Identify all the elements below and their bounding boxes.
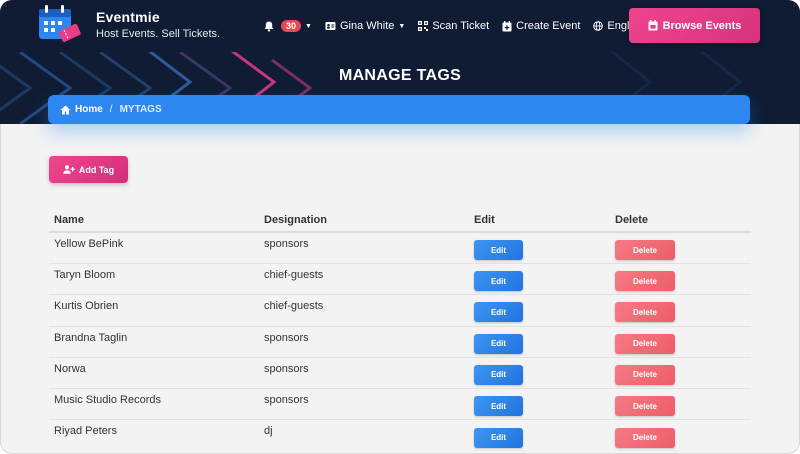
brand[interactable]: Eventmie Host Events. Sell Tickets.: [96, 9, 220, 40]
chevron-down-icon: ▼: [305, 22, 312, 30]
browse-events-label: Browse Events: [662, 19, 742, 32]
delete-button[interactable]: Delete: [615, 333, 675, 354]
breadcrumb-home-label: Home: [75, 104, 103, 115]
home-icon: [60, 105, 71, 114]
qrcode-icon: [418, 21, 429, 31]
tag-name: Riyad Peters: [54, 425, 117, 438]
calendar-tickets-logo-icon[interactable]: [36, 3, 84, 45]
scan-ticket-link[interactable]: Scan Ticket: [418, 20, 489, 32]
edit-button[interactable]: Edit: [474, 427, 523, 448]
delete-button[interactable]: Delete: [615, 427, 675, 448]
table-row: Music Studio Records sponsors Edit Delet…: [49, 389, 751, 421]
page-title: MANAGE TAGS: [338, 67, 462, 84]
tag-designation: chief-guests: [264, 269, 324, 282]
add-tag-label: Add Tag: [78, 164, 115, 175]
edit-button[interactable]: Edit: [474, 302, 523, 323]
table-row: Riyad Peters dj Edit Delete: [49, 420, 751, 451]
user-name: Gina White: [339, 20, 395, 32]
calendar-icon: [648, 20, 658, 31]
table-row: Brandna Taglin sponsors Edit Delete: [49, 327, 751, 358]
column-header-designation: Designation: [264, 214, 327, 226]
id-card-icon: [325, 22, 336, 30]
chevron-down-icon: ▼: [398, 22, 406, 30]
delete-button[interactable]: Delete: [615, 302, 675, 323]
tag-designation: sponsors: [264, 393, 309, 406]
delete-button[interactable]: Delete: [615, 240, 675, 261]
tag-designation: sponsors: [264, 238, 309, 250]
tag-designation: dj: [264, 425, 273, 438]
column-header-name: Name: [54, 214, 84, 226]
browse-events-button[interactable]: Browse Events: [629, 8, 760, 43]
create-event-label: Create Event: [516, 20, 581, 32]
delete-button[interactable]: Delete: [615, 396, 675, 417]
table-row: Yellow BePink sponsors Edit Delete: [49, 233, 751, 265]
breadcrumb-current: MYTAGS: [119, 104, 162, 115]
table-header-row: Name Designation Edit Delete: [49, 209, 751, 233]
globe-icon: [593, 21, 604, 31]
delete-button[interactable]: Delete: [615, 364, 675, 385]
create-event-link[interactable]: Create Event: [502, 20, 580, 32]
bell-icon: [264, 21, 274, 32]
column-header-delete: Delete: [615, 214, 649, 226]
breadcrumb-separator: /: [109, 104, 113, 115]
calendar-plus-icon: [502, 20, 512, 31]
edit-button[interactable]: Edit: [474, 364, 523, 385]
table-row: Kurtis Obrien chief-guests Edit Delete: [49, 295, 751, 327]
notification-count-badge: 30: [281, 20, 302, 32]
add-tag-button[interactable]: Add Tag: [49, 156, 128, 183]
breadcrumb-home-link[interactable]: Home: [60, 104, 103, 115]
tag-designation: sponsors: [264, 331, 309, 344]
tags-table: Name Designation Edit Delete Yellow BePi…: [49, 209, 751, 451]
breadcrumb: Home / MYTAGS: [48, 95, 750, 124]
user-plus-icon: [63, 165, 75, 174]
tag-designation: sponsors: [264, 362, 309, 375]
tag-name: Norwa: [54, 362, 86, 375]
table-row: Norwa sponsors Edit Delete: [49, 358, 751, 389]
top-navbar: Eventmie Host Events. Sell Tickets. 30 ▼: [0, 0, 800, 52]
edit-button[interactable]: Edit: [474, 240, 523, 261]
tag-designation: chief-guests: [264, 300, 324, 313]
column-header-edit: Edit: [474, 214, 495, 226]
notifications-dropdown[interactable]: 30 ▼: [264, 20, 312, 32]
nav-menu: 30 ▼ Gina White ▼ Scan Ticket Create Eve…: [264, 0, 667, 52]
tag-name: Music Studio Records: [54, 393, 161, 406]
tag-name: Taryn Bloom: [54, 269, 116, 282]
edit-button[interactable]: Edit: [474, 396, 523, 417]
tag-name: Yellow BePink: [54, 238, 124, 250]
app-window: Eventmie Host Events. Sell Tickets. 30 ▼: [0, 0, 800, 454]
delete-button[interactable]: Delete: [615, 271, 675, 292]
brand-tagline: Host Events. Sell Tickets.: [96, 28, 221, 40]
scan-ticket-label: Scan Ticket: [432, 20, 490, 32]
table-row: Taryn Bloom chief-guests Edit Delete: [49, 264, 751, 296]
brand-name: Eventmie: [96, 9, 160, 25]
edit-button[interactable]: Edit: [474, 271, 523, 292]
user-menu-dropdown[interactable]: Gina White ▼: [325, 20, 405, 32]
tag-name: Kurtis Obrien: [54, 300, 119, 313]
tag-name: Brandna Taglin: [54, 331, 128, 344]
edit-button[interactable]: Edit: [474, 333, 523, 354]
